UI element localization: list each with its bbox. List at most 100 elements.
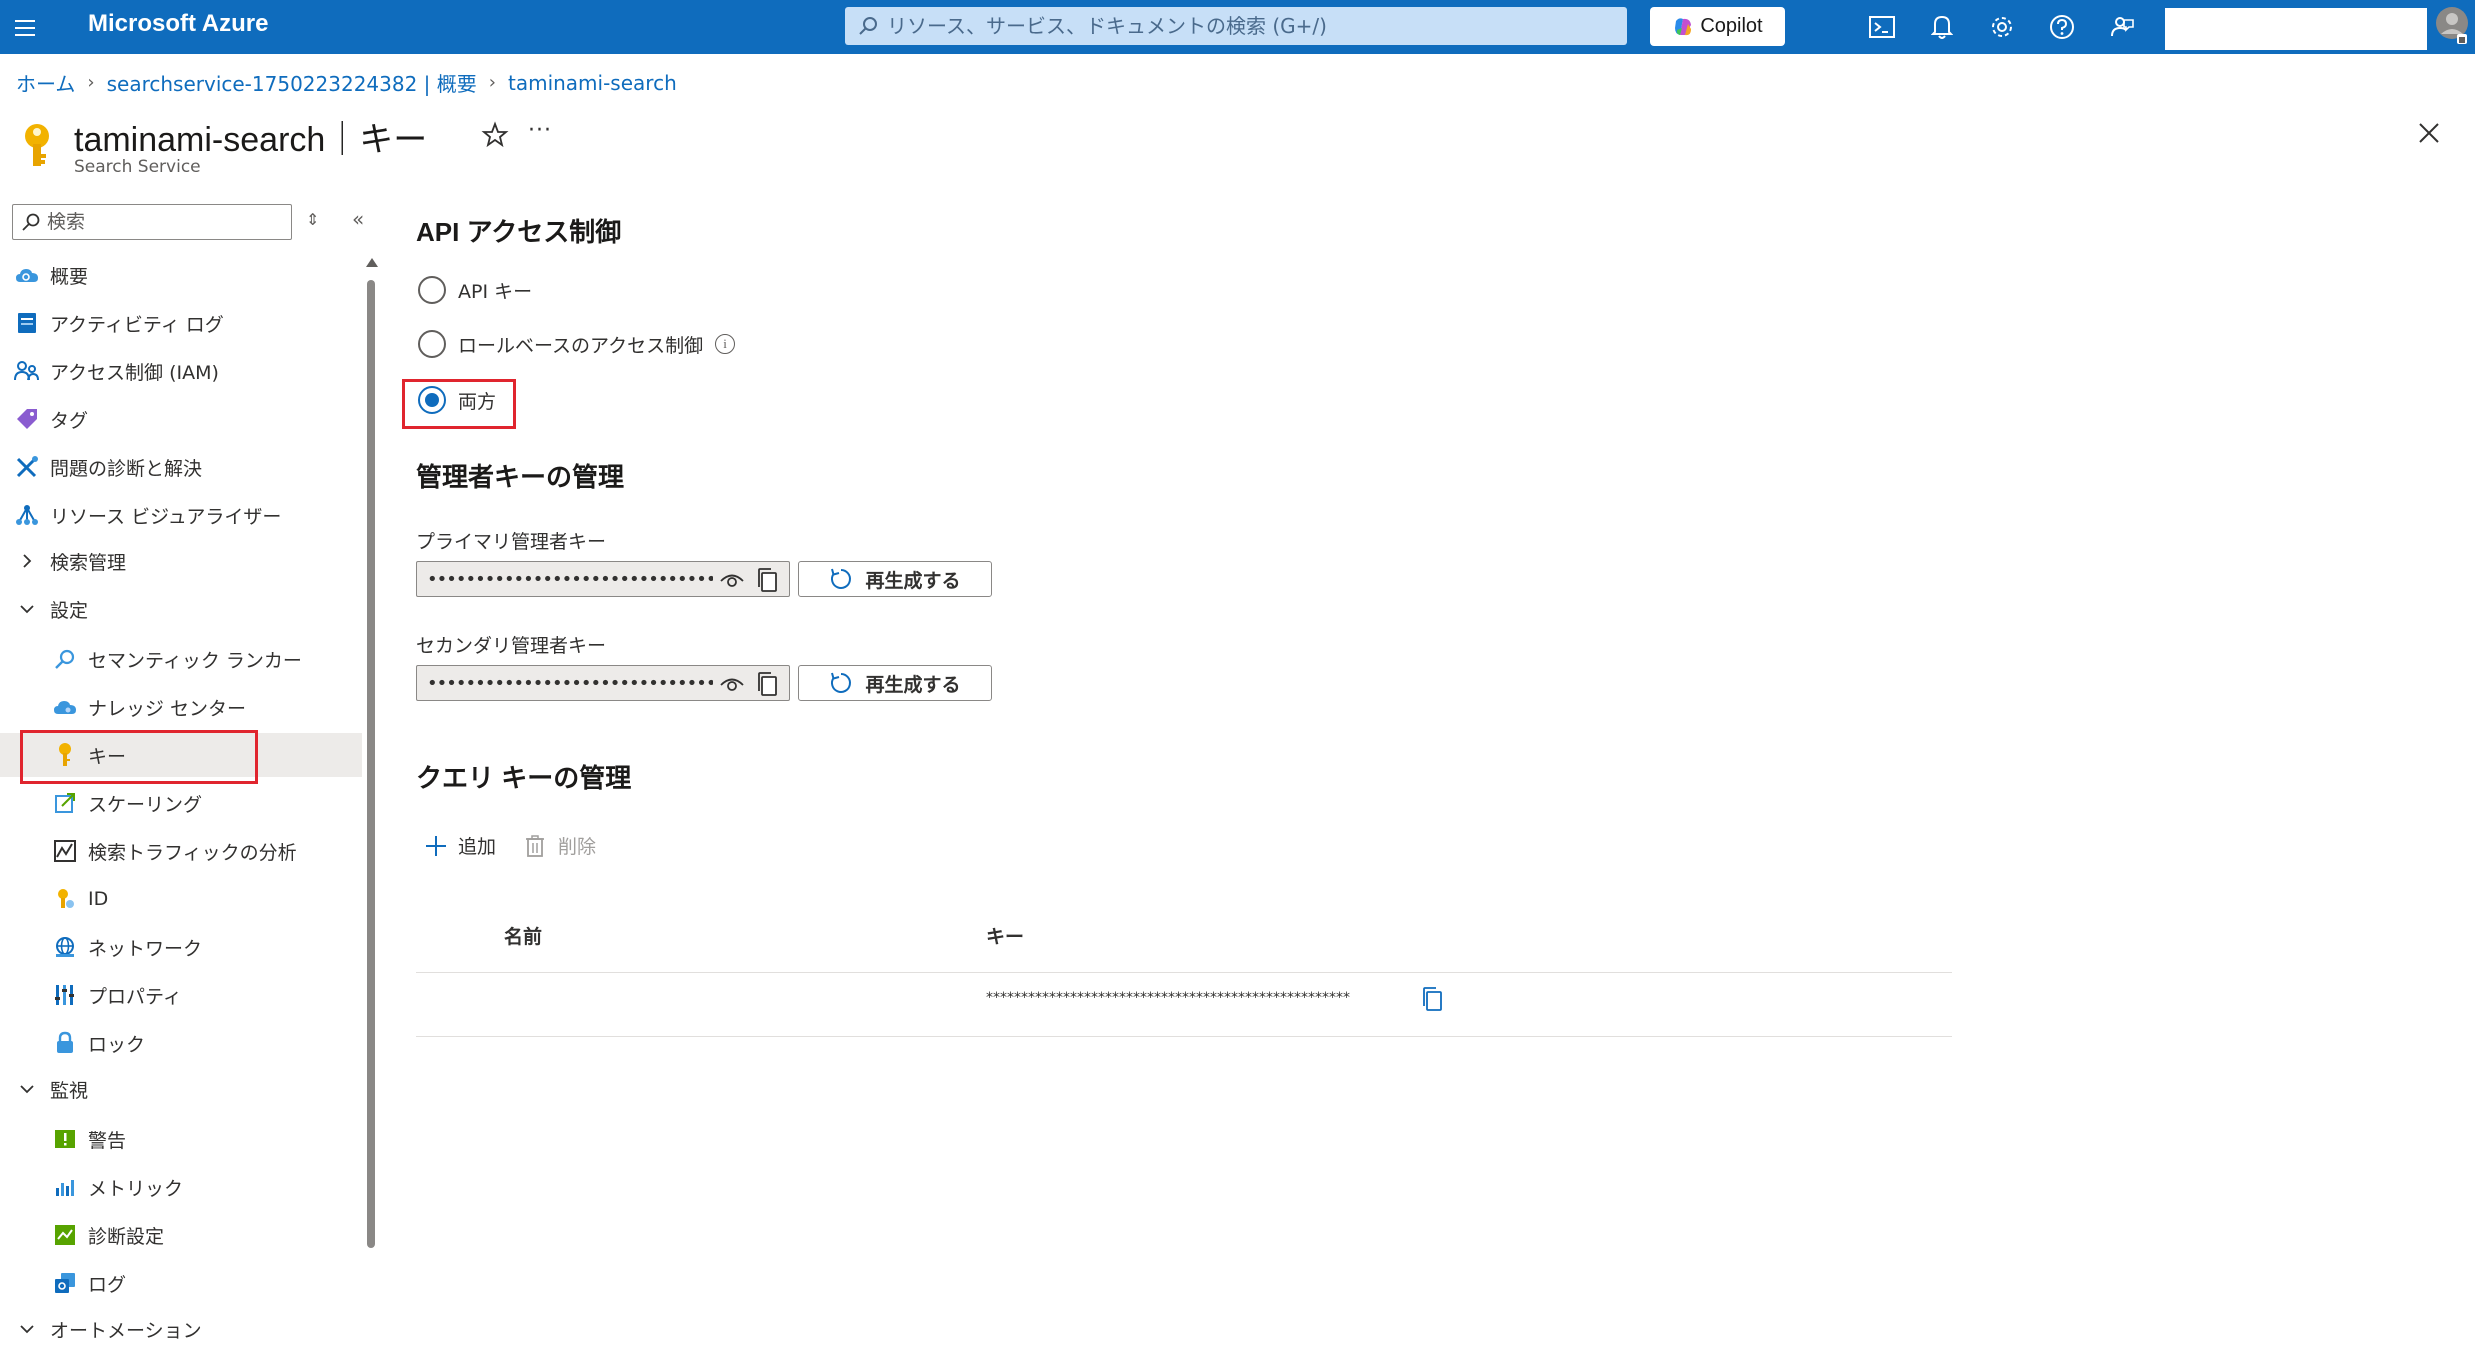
sidebar-item-label: ロック bbox=[88, 1033, 146, 1056]
lock-icon bbox=[52, 1030, 78, 1056]
radio-button[interactable] bbox=[418, 276, 446, 304]
sidebar-item-iam[interactable]: アクセス制御 (IAM) bbox=[0, 349, 362, 393]
sidebar-item-label: プロパティ bbox=[88, 985, 182, 1008]
sidebar-item-locks[interactable]: ロック bbox=[0, 1021, 362, 1065]
table-row-divider bbox=[416, 1036, 1952, 1037]
copy-icon[interactable] bbox=[755, 567, 779, 593]
page-title: taminami-search｜キー bbox=[74, 121, 428, 159]
cloud-shell-icon[interactable] bbox=[1866, 11, 1898, 43]
regenerate-secondary-button[interactable]: 再生成する bbox=[798, 665, 992, 701]
sidebar-item-label: ネットワーク bbox=[88, 937, 203, 960]
hamburger-menu-icon[interactable] bbox=[10, 12, 46, 42]
sidebar-item-label: 問題の診断と解決 bbox=[50, 457, 203, 480]
sidebar-item-diagnostic-settings[interactable]: 診断設定 bbox=[0, 1213, 362, 1257]
account-info-box[interactable] bbox=[2165, 8, 2427, 50]
radio-api-key[interactable]: API キー bbox=[418, 276, 532, 304]
traffic-chart-icon bbox=[52, 838, 78, 864]
sidebar-item-label: 警告 bbox=[88, 1129, 127, 1152]
sidebar-item-label: アクセス制御 (IAM) bbox=[50, 361, 219, 384]
copilot-logo-icon bbox=[1675, 17, 1692, 35]
sidebar-item-tags[interactable]: タグ bbox=[0, 397, 362, 441]
tag-icon bbox=[14, 406, 40, 432]
sidebar-item-search-traffic[interactable]: 検索トラフィックの分析 bbox=[0, 829, 362, 873]
sidebar-search-input[interactable] bbox=[47, 211, 277, 233]
sidebar-item-label: タグ bbox=[50, 409, 89, 432]
regenerate-label: 再生成する bbox=[865, 673, 961, 696]
sidebar-item-alerts[interactable]: 警告 bbox=[0, 1117, 362, 1161]
sidebar-scroll-thumb[interactable] bbox=[367, 280, 375, 1248]
sidebar-search[interactable] bbox=[12, 204, 292, 240]
copilot-button[interactable]: Copilot bbox=[1650, 7, 1785, 46]
cloud-search-icon bbox=[14, 262, 40, 288]
breadcrumb-separator-icon: › bbox=[87, 72, 95, 93]
settings-gear-icon[interactable] bbox=[1986, 11, 2018, 43]
breadcrumb-taminami-search[interactable]: taminami-search bbox=[508, 71, 677, 95]
network-icon bbox=[52, 934, 78, 960]
chevron-down-icon bbox=[14, 1076, 40, 1102]
sidebar-group-automation[interactable]: オートメーション bbox=[0, 1307, 362, 1351]
secondary-key-field[interactable]: ••••••••••••••••••••••••••••••••••... bbox=[416, 665, 790, 701]
feedback-icon[interactable] bbox=[2106, 11, 2138, 43]
scroll-up-arrow-icon[interactable] bbox=[366, 258, 378, 267]
column-header-name[interactable]: 名前 bbox=[504, 922, 542, 949]
radio-rbac[interactable]: ロールベースのアクセス制御 i bbox=[418, 330, 736, 358]
global-search[interactable] bbox=[845, 7, 1627, 45]
sidebar-item-label: 検索管理 bbox=[50, 551, 127, 574]
primary-key-label: プライマリ管理者キー bbox=[416, 531, 607, 553]
refresh-icon bbox=[831, 568, 852, 589]
highlight-box-keys bbox=[20, 730, 258, 784]
sidebar-item-diagnose[interactable]: 問題の診断と解決 bbox=[0, 445, 362, 489]
column-header-key[interactable]: キー bbox=[986, 922, 1024, 949]
wrench-icon bbox=[14, 454, 40, 480]
sidebar-item-logs[interactable]: ログ bbox=[0, 1261, 362, 1305]
delete-label: 削除 bbox=[558, 836, 597, 858]
global-search-input[interactable] bbox=[887, 14, 1587, 38]
sort-updown-icon[interactable]: ⇕ bbox=[306, 210, 319, 229]
close-icon[interactable] bbox=[2414, 118, 2444, 148]
sidebar-group-monitoring[interactable]: 監視 bbox=[0, 1067, 362, 1111]
sidebar-item-semantic-ranker[interactable]: セマンティック ランカー bbox=[0, 637, 362, 681]
primary-key-value: ••••••••••••••••••••••••••••••••••... bbox=[427, 568, 713, 590]
sidebar-item-scaling[interactable]: スケーリング bbox=[0, 781, 362, 825]
properties-icon bbox=[52, 982, 78, 1008]
brand-title[interactable]: Microsoft Azure bbox=[88, 10, 268, 38]
radio-label: ロールベースのアクセス制御 bbox=[458, 334, 704, 357]
add-query-key-button[interactable]: 追加 bbox=[424, 832, 496, 859]
info-icon[interactable]: i bbox=[715, 334, 736, 354]
sidebar-item-overview[interactable]: 概要 bbox=[0, 253, 362, 297]
primary-key-field[interactable]: ••••••••••••••••••••••••••••••••••... bbox=[416, 561, 790, 597]
sidebar-item-knowledge-center[interactable]: ナレッジ センター bbox=[0, 685, 362, 729]
copy-icon[interactable] bbox=[755, 671, 779, 697]
breadcrumb-search-service[interactable]: searchservice-1750223224382 | 概要 bbox=[107, 68, 477, 97]
admin-keys-heading: 管理者キーの管理 bbox=[416, 462, 625, 492]
sidebar-item-label: メトリック bbox=[88, 1177, 184, 1200]
show-key-eye-icon[interactable] bbox=[719, 570, 745, 590]
sidebar-group-settings[interactable]: 設定 bbox=[0, 587, 362, 631]
user-avatar-icon[interactable] bbox=[2435, 6, 2469, 46]
collapse-sidebar-icon[interactable]: « bbox=[352, 207, 364, 231]
breadcrumb-home[interactable]: ホーム bbox=[16, 68, 75, 97]
sidebar-item-activity-log[interactable]: アクティビティ ログ bbox=[0, 301, 362, 345]
delete-query-key-button[interactable]: 削除 bbox=[524, 832, 596, 859]
radio-button[interactable] bbox=[418, 330, 446, 358]
copy-icon[interactable] bbox=[1420, 986, 1444, 1012]
chevron-down-icon bbox=[14, 596, 40, 622]
radio-label: API キー bbox=[458, 280, 533, 303]
chevron-right-icon bbox=[14, 548, 40, 574]
search-icon bbox=[859, 17, 877, 35]
sidebar-item-network[interactable]: ネットワーク bbox=[0, 925, 362, 969]
sidebar-item-identity[interactable]: ID bbox=[0, 877, 362, 921]
regenerate-primary-button[interactable]: 再生成する bbox=[798, 561, 992, 597]
notifications-bell-icon[interactable] bbox=[1926, 11, 1958, 43]
activity-log-icon bbox=[14, 310, 40, 336]
help-icon[interactable] bbox=[2046, 11, 2078, 43]
sidebar-item-metrics[interactable]: メトリック bbox=[0, 1165, 362, 1209]
sidebar-item-label: スケーリング bbox=[88, 793, 203, 816]
favorite-star-icon[interactable] bbox=[480, 120, 510, 150]
sidebar-group-search-management[interactable]: 検索管理 bbox=[0, 539, 362, 583]
more-options-icon[interactable]: ··· bbox=[528, 118, 552, 143]
show-key-eye-icon[interactable] bbox=[719, 674, 745, 694]
sidebar-item-label: 概要 bbox=[50, 265, 89, 288]
sidebar-item-properties[interactable]: プロパティ bbox=[0, 973, 362, 1017]
sidebar-item-resource-visualizer[interactable]: リソース ビジュアライザー bbox=[0, 493, 362, 537]
